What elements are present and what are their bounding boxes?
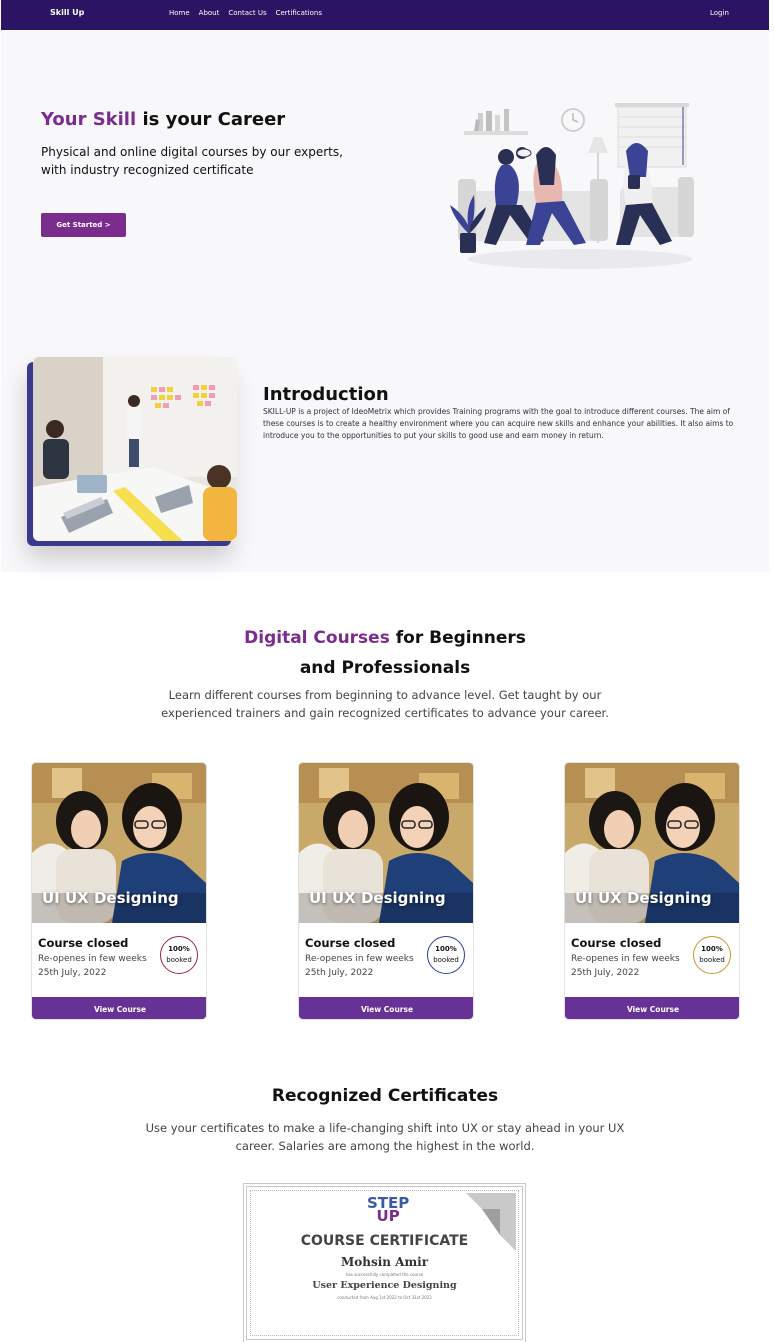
certificates-title: Recognized Certificates — [271, 1086, 499, 1106]
certificates-subtitle: Use your certificates to make a life-cha… — [145, 1121, 625, 1153]
course-date: 25th July, 2022 — [38, 968, 107, 978]
course-status: Course closed — [571, 936, 662, 950]
course-reopen-note: Re-openes in few weeks — [305, 954, 414, 964]
course-card[interactable]: UI UX Designing Course closed Re-openes … — [298, 762, 474, 1020]
certificate-recipient: Mohsin Amir — [340, 1255, 429, 1269]
booked-badge: 100% booked — [160, 936, 198, 974]
course-card[interactable]: UI UX Designing Course closed Re-openes … — [564, 762, 740, 1020]
course-photo-label: UI UX Designing — [42, 889, 179, 907]
certificate-heading: COURSE CERTIFICATE — [300, 1233, 469, 1249]
hero-title-accent: Your Skill — [41, 109, 137, 130]
booked-badge: 100% booked — [693, 936, 731, 974]
course-photo-label: UI UX Designing — [575, 889, 712, 907]
booked-badge: 100% booked — [427, 936, 465, 974]
intro-title: Introduction — [263, 384, 389, 405]
certificate-course: User Experience Designing — [312, 1280, 457, 1291]
booked-label: booked — [166, 956, 192, 964]
get-started-button[interactable]: Get Started > — [41, 213, 126, 237]
courses-title-rest: for Beginners — [395, 628, 526, 648]
courses-subtitle: Learn different courses from beginning t… — [161, 688, 609, 720]
login-link[interactable]: Login — [710, 9, 729, 17]
course-photo-label: UI UX Designing — [309, 889, 446, 907]
hero-subtitle: Physical and online digital courses by o… — [41, 145, 343, 177]
intro-photo — [33, 357, 237, 541]
nav-link-about[interactable]: About — [199, 9, 220, 17]
hero-title: Your Skill is your Career — [41, 109, 285, 130]
course-date: 25th July, 2022 — [571, 968, 640, 978]
booked-label: booked — [433, 956, 459, 964]
booked-percent: 100% — [435, 945, 457, 953]
booked-percent: 100% — [168, 945, 190, 953]
brand-logo[interactable]: Skill Up — [50, 8, 84, 17]
nav-links: Home About Contact Us Certifications — [169, 9, 322, 17]
view-course-button[interactable]: View Course — [32, 997, 206, 1019]
course-reopen-note: Re-openes in few weeks — [38, 954, 147, 964]
courses-title: Digital Courses for Beginners and Profess… — [0, 623, 770, 683]
hero-title-rest: is your Career — [142, 109, 286, 130]
courses-title-accent: Digital Courses — [244, 628, 390, 648]
certificate-line-1: has successfully completed the course — [345, 1272, 424, 1277]
course-card[interactable]: UI UX Designing Course closed Re-openes … — [31, 762, 207, 1020]
course-date: 25th July, 2022 — [305, 968, 374, 978]
hero-illustration — [450, 103, 694, 269]
courses-title-line2: and Professionals — [299, 658, 471, 678]
view-course-button[interactable]: View Course — [565, 997, 739, 1019]
nav-link-certifications[interactable]: Certifications — [276, 9, 322, 17]
view-course-button[interactable]: View Course — [299, 997, 473, 1019]
top-navbar: Skill Up Home About Contact Us Certifica… — [1, 0, 769, 30]
booked-label: booked — [699, 956, 725, 964]
certificate-logo: STEP UP — [367, 1196, 409, 1224]
booked-percent: 100% — [701, 945, 723, 953]
certificate-line-2: conducted from Aug 1st 2022 to Oct 31st … — [337, 1295, 432, 1300]
nav-link-home[interactable]: Home — [169, 9, 190, 17]
course-reopen-note: Re-openes in few weeks — [571, 954, 680, 964]
certificate-sample: STEP UP COURSE CERTIFICATE Mohsin Amir h… — [243, 1183, 526, 1342]
intro-text: SKILL-UP is a project of IdeoMetrix whic… — [263, 407, 734, 440]
course-status: Course closed — [38, 936, 129, 950]
nav-link-contact[interactable]: Contact Us — [228, 9, 266, 17]
course-status: Course closed — [305, 936, 396, 950]
